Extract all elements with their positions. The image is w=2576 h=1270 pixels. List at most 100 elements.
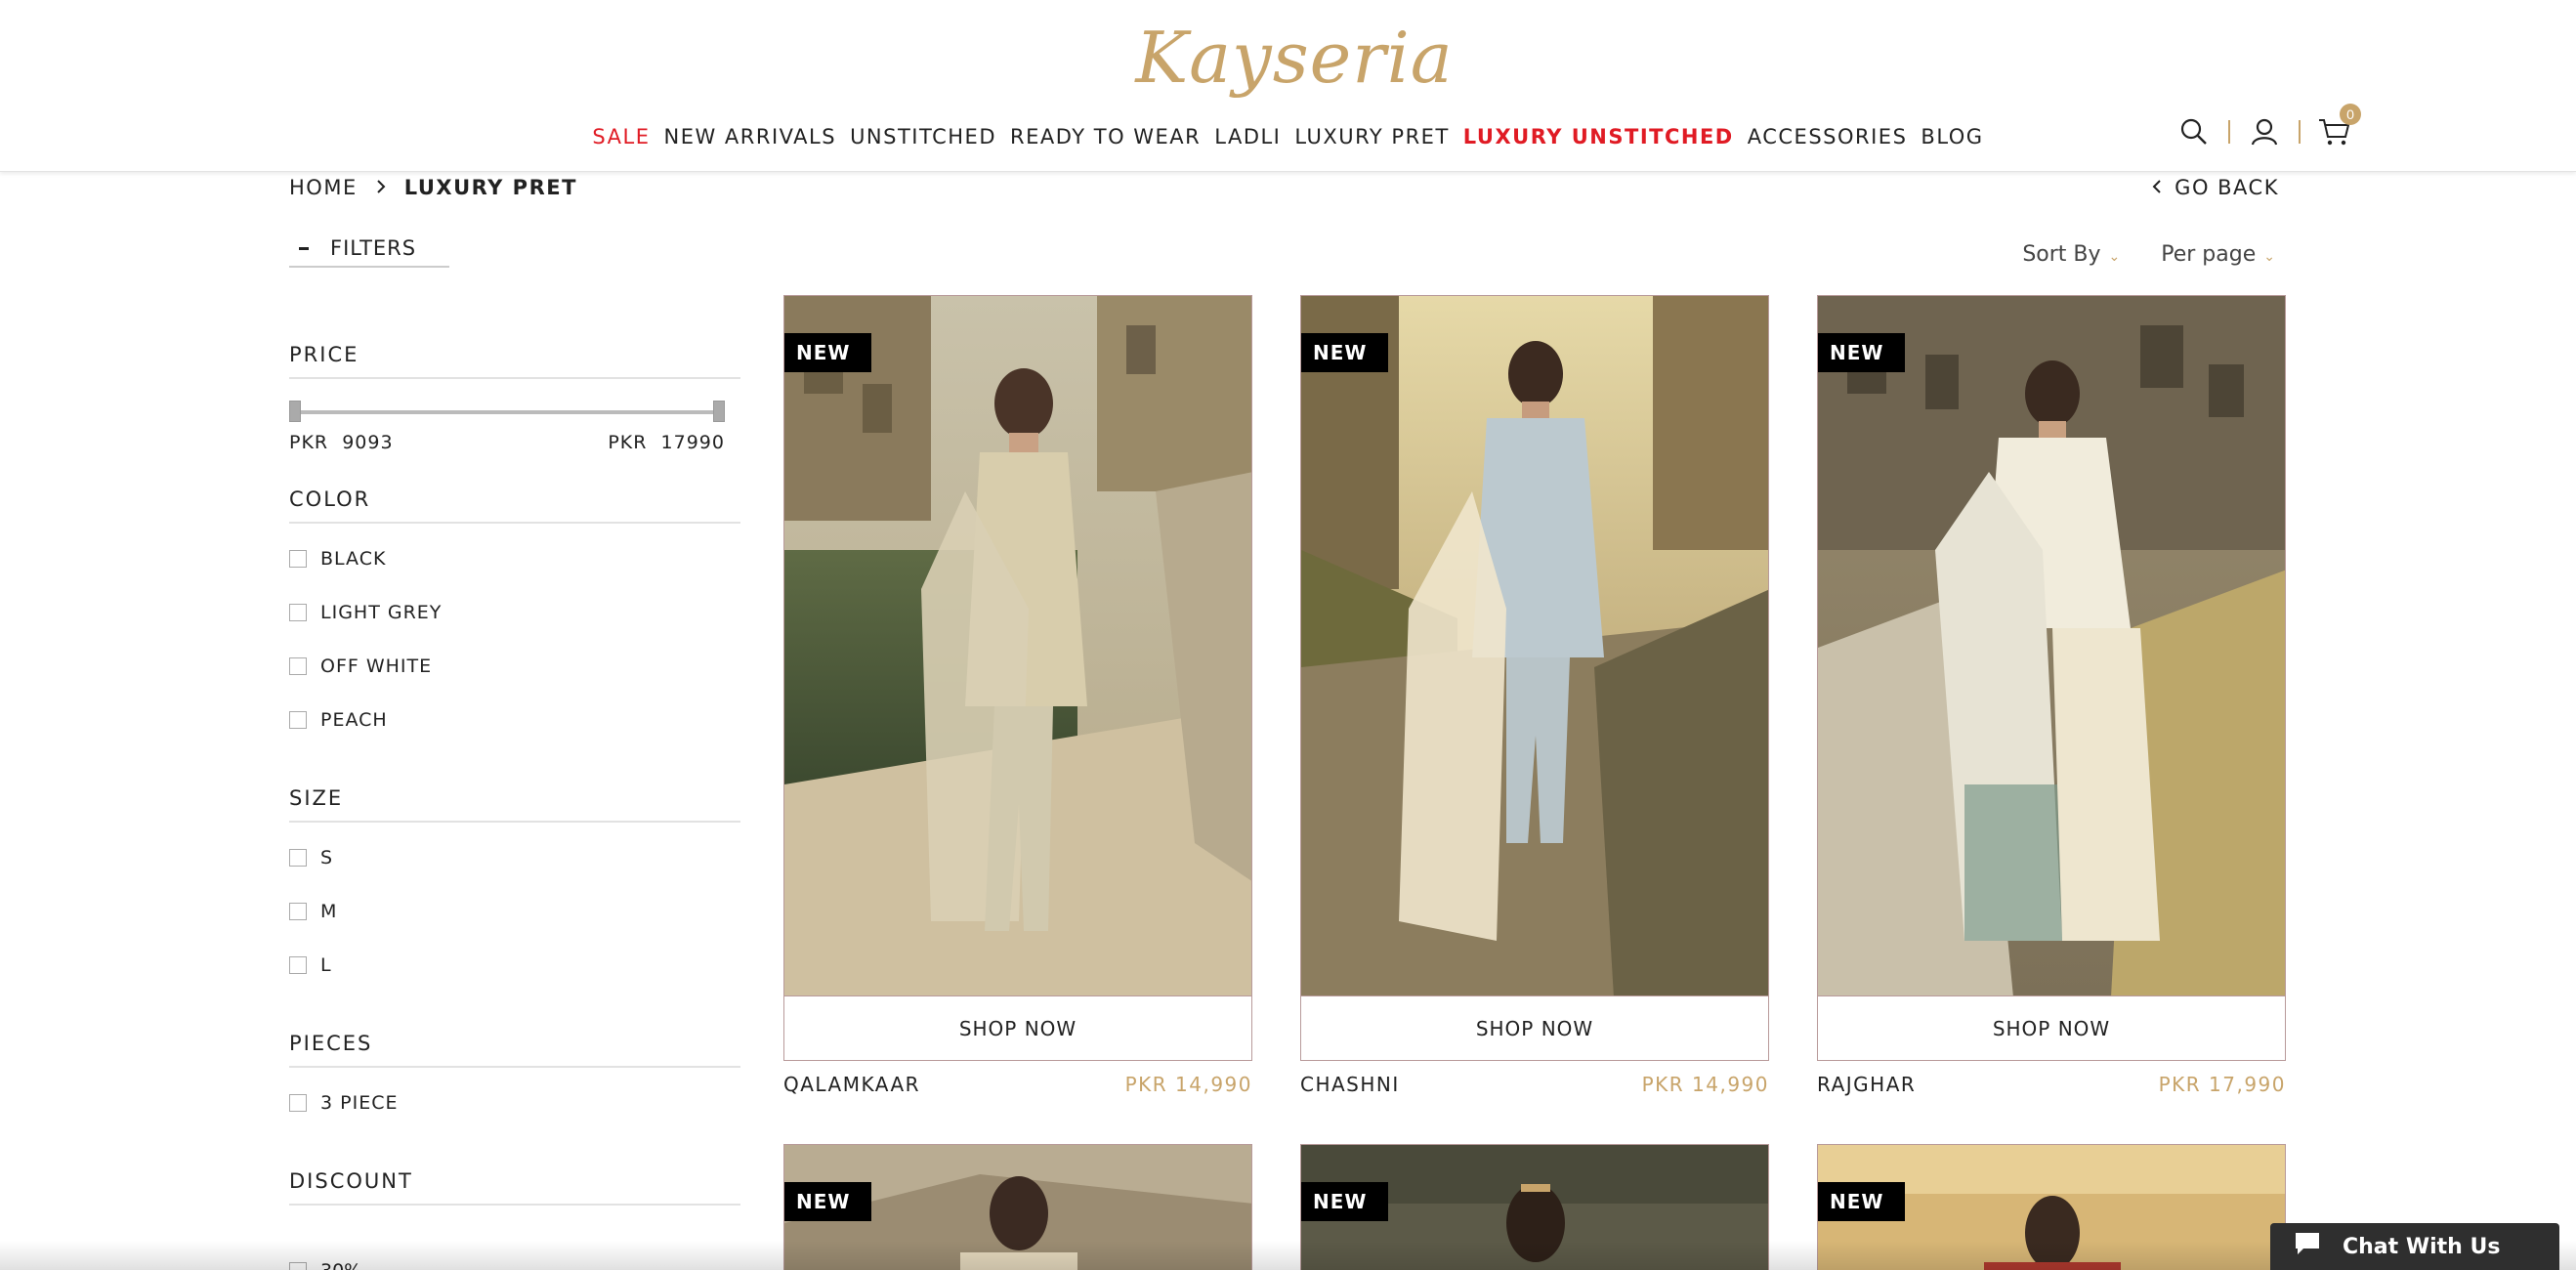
- header-icons: 0: [2177, 104, 2361, 148]
- filter-option-30-percent[interactable]: 30%: [289, 1260, 361, 1270]
- new-badge: NEW: [784, 1182, 872, 1221]
- checkbox[interactable]: [289, 1093, 307, 1112]
- filter-option-peach[interactable]: PEACH: [289, 693, 740, 746]
- option-label: BLACK: [320, 547, 387, 570]
- checkbox[interactable]: [289, 603, 307, 621]
- filters-sidebar: PRICE PKR 9093 PKR 17990 COLOR BLACK LIG…: [289, 332, 740, 1223]
- filter-option-black[interactable]: BLACK: [289, 531, 740, 585]
- product-price: PKR 17,990: [2158, 1073, 2286, 1096]
- header-divider: [2299, 120, 2301, 144]
- new-badge: NEW: [784, 333, 872, 372]
- checkbox[interactable]: [289, 902, 307, 920]
- filters-toggle-label: FILTERS: [330, 236, 417, 260]
- brand-logo[interactable]: Kayseria: [1135, 0, 1452, 115]
- product-meta: RAJGHAR PKR 17,990: [1817, 1073, 2286, 1096]
- filter-title-price: PRICE: [289, 332, 740, 379]
- new-badge: NEW: [1818, 333, 1906, 372]
- chevron-down-icon: ⌄: [2263, 249, 2275, 265]
- user-icon[interactable]: [2248, 115, 2281, 148]
- nav-item-new-arrivals[interactable]: NEW ARRIVALS: [663, 125, 836, 148]
- go-back-label: GO BACK: [2175, 176, 2279, 199]
- new-badge: NEW: [1301, 333, 1389, 372]
- price-range-track: [293, 410, 721, 414]
- filter-title-color: COLOR: [289, 477, 740, 524]
- nav-item-unstitched[interactable]: UNSTITCHED: [850, 125, 996, 148]
- shop-now-button[interactable]: SHOP NOW: [1300, 996, 1769, 1061]
- breadcrumb-current: LUXURY PRET: [403, 176, 577, 199]
- checkbox[interactable]: [289, 656, 307, 675]
- nav-item-luxury-pret[interactable]: LUXURY PRET: [1294, 125, 1449, 148]
- product-card[interactable]: NEW: [1817, 1144, 2286, 1270]
- filter-option-m[interactable]: M: [289, 884, 740, 938]
- filter-title-size: SIZE: [289, 776, 740, 823]
- price-range-min-handle[interactable]: [289, 401, 301, 422]
- filter-section-size: SIZE S M L: [289, 776, 740, 992]
- option-label: S: [320, 846, 334, 868]
- filter-option-l[interactable]: L: [289, 938, 740, 992]
- product-meta: CHASHNI PKR 14,990: [1300, 1073, 1769, 1096]
- cart-count-badge: 0: [2340, 104, 2361, 125]
- filter-option-3-piece[interactable]: 3 PIECE: [289, 1076, 740, 1129]
- chat-with-us-button[interactable]: Chat With Us: [2270, 1223, 2559, 1270]
- product-name[interactable]: QALAMKAAR: [783, 1073, 920, 1096]
- chevron-left-icon: [2151, 176, 2163, 199]
- chat-bubble-icon: [2294, 1231, 2321, 1262]
- product-card[interactable]: NEW: [783, 1144, 1252, 1270]
- shop-now-button[interactable]: SHOP NOW: [783, 996, 1252, 1061]
- minus-icon: [299, 246, 309, 250]
- price-range-max-handle[interactable]: [713, 401, 725, 422]
- filter-option-off-white[interactable]: OFF WHITE: [289, 639, 740, 693]
- sort-controls: Sort By ⌄ Per page ⌄: [2022, 242, 2275, 267]
- product-name[interactable]: RAJGHAR: [1817, 1073, 1916, 1096]
- product-image[interactable]: NEW: [783, 1144, 1252, 1270]
- product-price: PKR 14,990: [1641, 1073, 1769, 1096]
- filter-option-light-grey[interactable]: LIGHT GREY: [289, 585, 740, 639]
- sort-by-dropdown[interactable]: Sort By ⌄: [2022, 242, 2120, 267]
- chevron-down-icon: ⌄: [2108, 249, 2121, 265]
- filter-option-s[interactable]: S: [289, 830, 740, 884]
- option-label: 3 PIECE: [320, 1091, 399, 1114]
- logo-text: Kayseria: [1135, 17, 1454, 99]
- per-page-dropdown[interactable]: Per page ⌄: [2161, 242, 2275, 267]
- product-image[interactable]: NEW: [783, 295, 1252, 996]
- checkbox[interactable]: [289, 549, 307, 568]
- price-range-labels: PKR 9093 PKR 17990: [289, 432, 725, 453]
- product-name[interactable]: CHASHNI: [1300, 1073, 1400, 1096]
- checkbox[interactable]: [289, 848, 307, 867]
- product-image[interactable]: NEW: [1300, 1144, 1769, 1270]
- checkbox[interactable]: [289, 1262, 307, 1270]
- nav-item-blog[interactable]: BLOG: [1921, 125, 1983, 148]
- cart-icon[interactable]: 0: [2318, 104, 2361, 148]
- product-card[interactable]: NEW SHOP NOW RAJGHAR PKR 17,990: [1817, 295, 2286, 1096]
- product-card[interactable]: NEW: [1300, 1144, 1769, 1270]
- price-max-label: PKR 17990: [608, 432, 725, 453]
- product-image[interactable]: NEW: [1817, 295, 2286, 996]
- filter-section-color: COLOR BLACK LIGHT GREY OFF WHITE PEACH: [289, 477, 740, 746]
- nav-item-ready-to-wear[interactable]: READY TO WEAR: [1010, 125, 1201, 148]
- option-label: PEACH: [320, 708, 388, 731]
- checkbox[interactable]: [289, 710, 307, 729]
- product-meta: QALAMKAAR PKR 14,990: [783, 1073, 1252, 1096]
- filter-title-discount: DISCOUNT: [289, 1159, 740, 1206]
- option-label: L: [320, 953, 332, 976]
- product-image[interactable]: NEW: [1300, 295, 1769, 996]
- nav-item-ladli[interactable]: LADLI: [1214, 125, 1281, 148]
- price-range-slider[interactable]: [289, 391, 725, 430]
- price-min-label: PKR 9093: [289, 432, 394, 453]
- search-icon[interactable]: [2177, 115, 2211, 148]
- filter-title-pieces: PIECES: [289, 1021, 740, 1068]
- nav-item-luxury-unstitched[interactable]: LUXURY UNSTITCHED: [1463, 125, 1734, 148]
- breadcrumb-home[interactable]: HOME: [289, 176, 358, 199]
- product-card[interactable]: NEW SHOP NOW CHASHNI PKR 14,990: [1300, 295, 1769, 1096]
- shop-now-button[interactable]: SHOP NOW: [1817, 996, 2286, 1061]
- nav-item-sale[interactable]: SALE: [592, 125, 650, 148]
- checkbox[interactable]: [289, 955, 307, 974]
- header-divider: [2228, 120, 2230, 144]
- product-image[interactable]: NEW: [1817, 1144, 2286, 1270]
- product-card[interactable]: NEW SHOP NOW QALAMKAAR PKR 14,990: [783, 295, 1252, 1096]
- nav-item-accessories[interactable]: ACCESSORIES: [1748, 125, 1908, 148]
- new-badge: NEW: [1301, 1182, 1389, 1221]
- filters-toggle[interactable]: FILTERS: [289, 231, 449, 268]
- go-back-link[interactable]: GO BACK: [2151, 176, 2279, 199]
- product-price: PKR 14,990: [1124, 1073, 1252, 1096]
